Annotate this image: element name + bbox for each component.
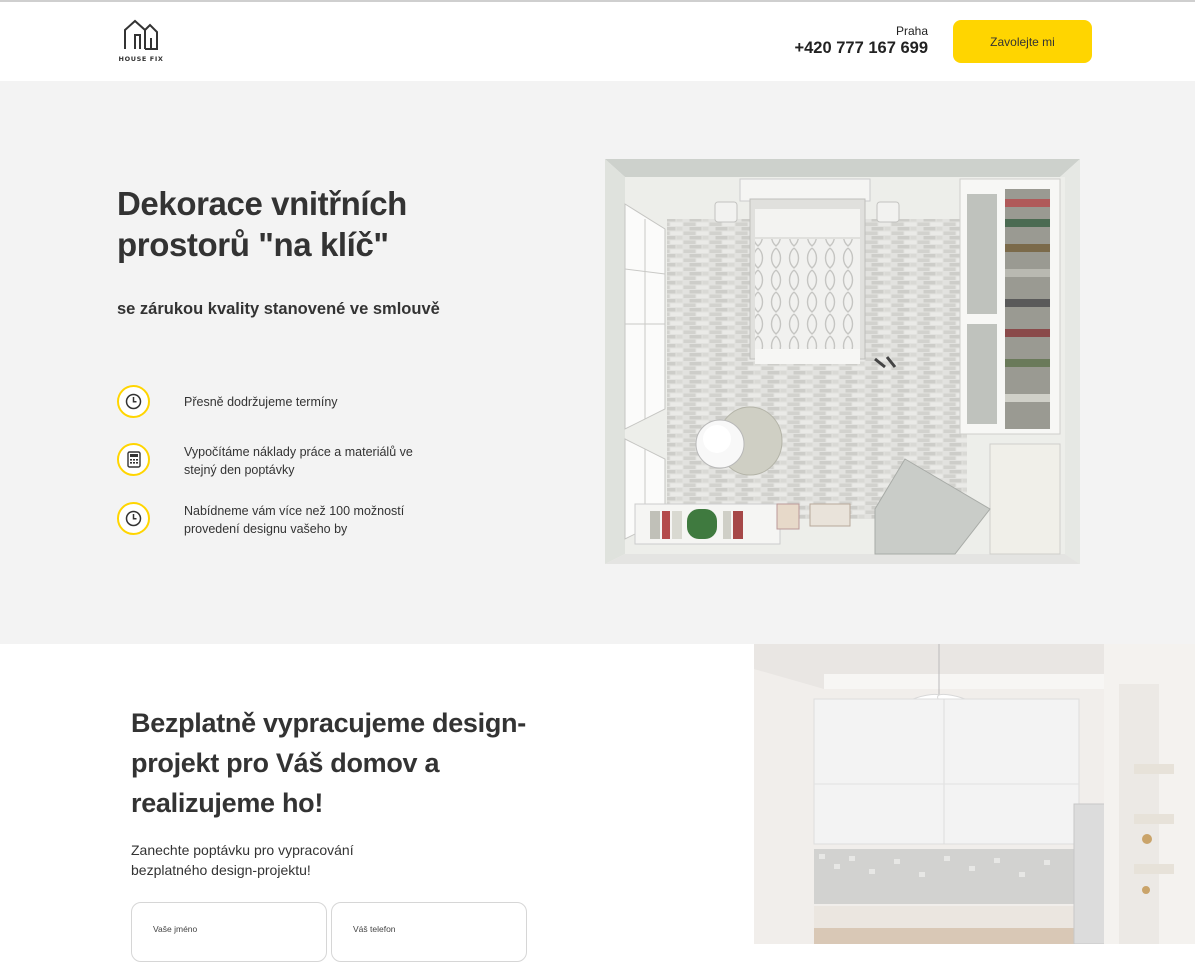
- free-design-section: Bezplatně vypracujeme design-projekt pro…: [0, 644, 1195, 962]
- name-field-label: Vaše jméno: [153, 924, 198, 934]
- site-header: HOUSE FIX Praha +420 777 167 699 Zavolej…: [0, 2, 1195, 81]
- hero-section: Dekorace vnitřních prostorů "na klíč" se…: [0, 81, 1195, 644]
- calculator-icon: [117, 443, 150, 476]
- name-field[interactable]: Vaše jméno: [131, 902, 327, 962]
- clock-icon: [117, 385, 150, 418]
- name-input[interactable]: [153, 939, 303, 953]
- hero-subtitle: se zárukou kvality stanovené ve smlouvě: [117, 300, 440, 318]
- hero-title: Dekorace vnitřních prostorů "na klíč": [117, 185, 407, 263]
- section-text: Zanechte poptávku pro vypracování bezpla…: [131, 842, 354, 878]
- kitchen-interior-image: [754, 644, 1195, 944]
- phone-field[interactable]: Váš telefon: [331, 902, 527, 962]
- feature-item: Nabídneme vám více než 100 možností prov…: [117, 502, 447, 542]
- phone-number[interactable]: +420 777 167 699: [760, 39, 928, 58]
- house-logo-icon: [124, 19, 158, 50]
- section-title: Bezplatně vypracujeme design-projekt pro…: [131, 708, 526, 818]
- bedroom-floorplan-image: [605, 159, 1080, 564]
- feature-text: Vypočítáme náklady práce a materiálů ve …: [184, 445, 413, 477]
- phone-field-label: Váš telefon: [353, 924, 396, 934]
- city-label: Praha: [895, 24, 928, 38]
- call-me-button[interactable]: Zavolejte mi: [953, 20, 1092, 63]
- feature-item: Vypočítáme náklady práce a materiálů ve …: [117, 443, 447, 483]
- feature-text: Nabídneme vám více než 100 možností prov…: [184, 504, 405, 536]
- house-fix-logo[interactable]: HOUSE FIX: [115, 18, 167, 66]
- phone-input[interactable]: [353, 939, 503, 953]
- logo-text: HOUSE FIX: [118, 55, 164, 63]
- clock-icon: [117, 502, 150, 535]
- feature-text: Přesně dodržujeme termíny: [184, 395, 338, 409]
- feature-item: Přesně dodržujeme termíny: [117, 385, 447, 425]
